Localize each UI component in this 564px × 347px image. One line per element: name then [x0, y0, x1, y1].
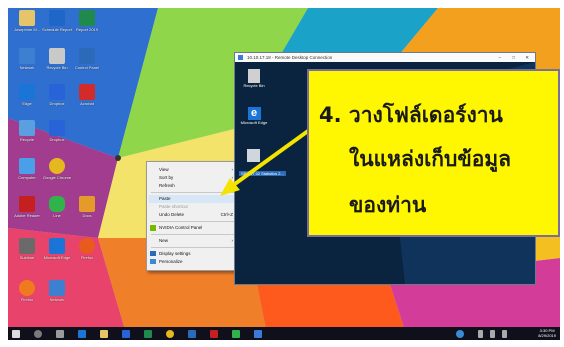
volume-icon[interactable] — [502, 330, 507, 338]
search-icon[interactable] — [34, 330, 42, 338]
remote-desktop-taskbar-icon[interactable] — [254, 330, 262, 338]
callout-line-1: 4. วางโฟล์เดอร์งาน — [319, 103, 503, 127]
notification-chevron-icon[interactable] — [478, 330, 483, 338]
wifi-icon[interactable] — [490, 330, 495, 338]
task-view-icon[interactable] — [56, 330, 64, 338]
acrobat-taskbar-icon[interactable] — [210, 330, 218, 338]
taskbar-clock[interactable]: 3:30 PM 8/29/2019 — [538, 328, 556, 338]
word-taskbar-icon[interactable] — [188, 330, 196, 338]
excel-taskbar-icon[interactable] — [144, 330, 152, 338]
taskbar: 3:30 PM 8/29/2019 — [8, 327, 560, 340]
callout-line-3: ของท่าน — [349, 193, 427, 217]
start-button-icon[interactable] — [12, 330, 20, 338]
file-explorer-icon[interactable] — [100, 330, 108, 338]
store-icon[interactable] — [122, 330, 130, 338]
desktop-screen: Josephine M... Schedule Report Report 20… — [8, 8, 560, 340]
line-taskbar-icon[interactable] — [232, 330, 240, 338]
callout-line-2: ในแหล่งเก็บข้อมูล — [349, 147, 512, 171]
chrome-taskbar-icon[interactable] — [166, 330, 174, 338]
people-icon[interactable] — [456, 330, 464, 338]
edge-taskbar-icon[interactable] — [78, 330, 86, 338]
instruction-callout: 4. วางโฟล์เดอร์งาน ในแหล่งเก็บข้อมูล ของ… — [307, 69, 560, 237]
